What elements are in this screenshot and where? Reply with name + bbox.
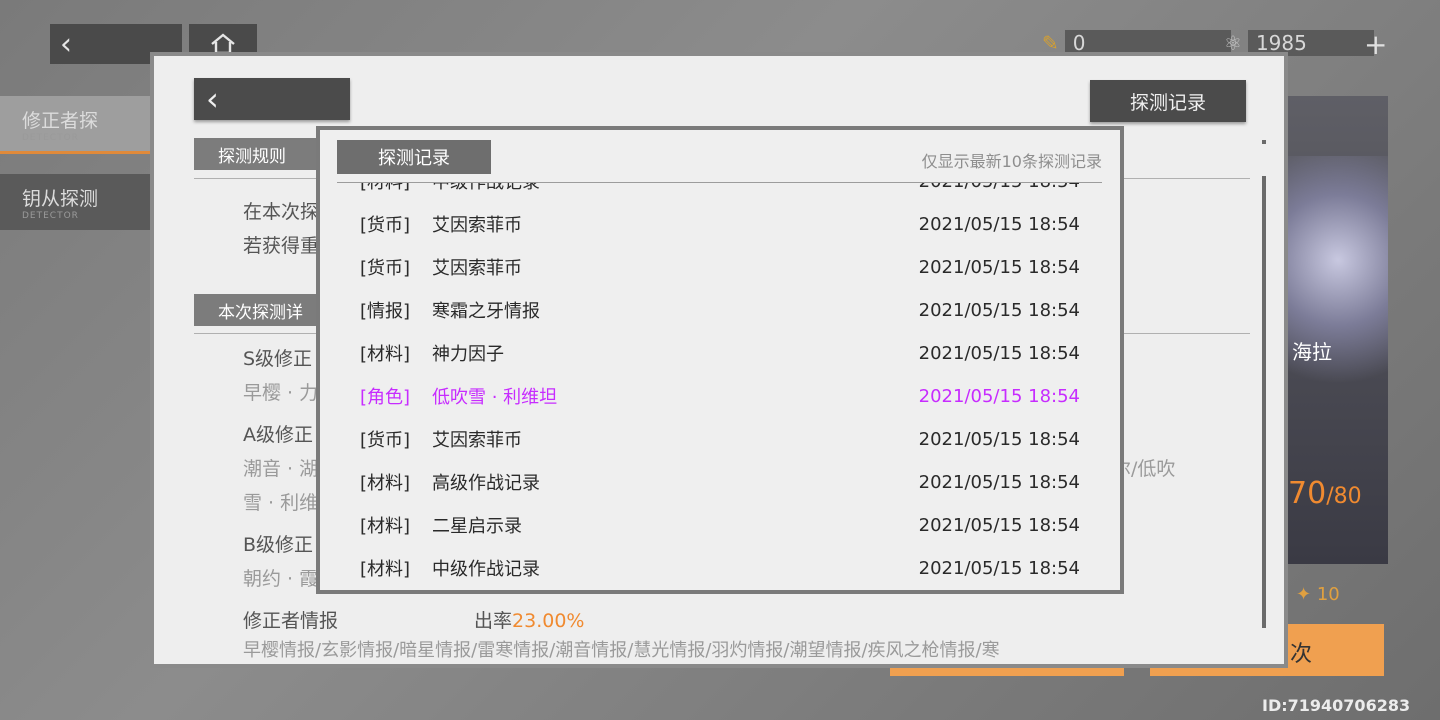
- record-row: [材料] 高级作战记录 2021/05/15 18:54: [360, 471, 1080, 495]
- intel-rate: 出率23.00%: [474, 610, 585, 632]
- record-row: [材料] 神力因子 2021/05/15 18:54: [360, 342, 1080, 366]
- draw-count: 70/80: [1288, 476, 1362, 511]
- tab-label: 修正者探: [22, 110, 99, 132]
- chevron-left-icon: ‹: [206, 80, 219, 118]
- scroll-dot-top: [1262, 140, 1266, 144]
- a-grade-label: A级修正: [243, 424, 313, 446]
- intel-list: 早樱情报/玄影情报/暗星情报/雷寒情报/潮音情报/慧光情报/羽灼情报/潮望情报/…: [243, 640, 1000, 658]
- tab-corrector-detect[interactable]: 修正者探 DETECTOR: [0, 96, 152, 154]
- character-art: [1288, 156, 1388, 416]
- record-row: [材料] 二星启示录 2021/05/15 18:54: [360, 514, 1080, 538]
- history-popup-body: 探测记录 仅显示最新10条探测记录 [材料] 中级作战记录 2021/05/15…: [320, 130, 1120, 590]
- tab-key-detect[interactable]: 钥从探测 DETECTOR: [0, 174, 152, 230]
- a-grade-names-1: 潮音 · 湖: [243, 458, 319, 480]
- b-grade-label: B级修正: [243, 534, 314, 556]
- b-grade-names: 朝约 · 霞: [243, 568, 319, 590]
- record-row-highlight: [角色] 低吹雪 · 利维坦 2021/05/15 18:54: [360, 385, 1080, 409]
- history-popup: 探测记录 仅显示最新10条探测记录 [材料] 中级作战记录 2021/05/15…: [316, 126, 1124, 594]
- popup-divider: [337, 182, 1102, 183]
- character-card: 海拉 70/80: [1288, 96, 1388, 564]
- a-grade-names-2: 雪 · 利维: [243, 492, 319, 514]
- record-list[interactable]: [材料] 中级作战记录 2021/05/15 18:54 [货币] 艾因索菲币 …: [320, 182, 1120, 590]
- s-grade-names: 早樱 · 力: [243, 382, 319, 404]
- rules-line-2: 若获得重: [243, 235, 320, 257]
- tab-sublabel: DETECTOR: [22, 211, 79, 221]
- panel-back-button[interactable]: ‹: [194, 78, 350, 120]
- popup-title: 探测记录: [337, 140, 491, 174]
- tab-sublabel: DETECTOR: [22, 133, 79, 143]
- record-row: [货币] 艾因索菲币 2021/05/15 18:54: [360, 428, 1080, 452]
- tab-label: 钥从探测: [22, 188, 99, 210]
- popup-note: 仅显示最新10条探测记录: [921, 152, 1102, 171]
- intel-rate-value: 23.00%: [512, 610, 585, 632]
- record-row: [货币] 艾因索菲币 2021/05/15 18:54: [360, 256, 1080, 280]
- record-row: [材料] 中级作战记录 2021/05/15 18:54: [360, 557, 1080, 581]
- intel-list-clip: 早樱情报/玄影情报/暗星情报/雷寒情报/潮音情报/慧光情报/羽灼情报/潮望情报/…: [243, 638, 1205, 658]
- cost-label: ✦ 10: [1296, 584, 1340, 605]
- detect-button-label: 次: [1290, 642, 1313, 667]
- detect-once-button-bg[interactable]: [890, 668, 1124, 676]
- record-row: [情报] 寒霜之牙情报 2021/05/15 18:54: [360, 299, 1080, 323]
- panel-scrollbar[interactable]: [1262, 176, 1266, 628]
- s-grade-label: S级修正: [243, 348, 313, 370]
- intel-label: 修正者情报: [243, 610, 339, 632]
- user-id: ID:71940706283: [1262, 696, 1411, 715]
- history-button[interactable]: 探测记录: [1090, 80, 1246, 122]
- record-row: [材料] 中级作战记录 2021/05/15 18:54: [360, 182, 1080, 193]
- character-name: 海拉: [1292, 340, 1332, 364]
- add-currency-button[interactable]: +: [1364, 28, 1387, 61]
- chevron-left-icon: ‹: [60, 26, 72, 62]
- rules-line-1: 在本次探: [243, 201, 320, 223]
- record-row: [货币] 艾因索菲币 2021/05/15 18:54: [360, 213, 1080, 237]
- cost-icon: ✦: [1296, 584, 1312, 605]
